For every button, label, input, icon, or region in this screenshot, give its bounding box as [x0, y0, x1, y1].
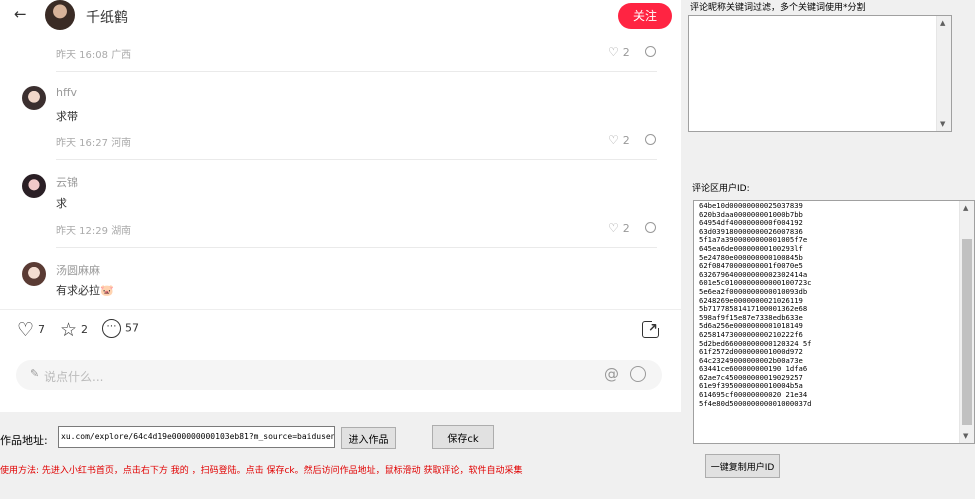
heart-icon: ♡ — [608, 221, 619, 235]
comment-like[interactable]: ♡ 2 — [608, 221, 630, 235]
collect-action[interactable]: ☆ 2 — [60, 319, 88, 341]
comment-like[interactable]: ♡ 2 — [608, 133, 630, 147]
follow-button[interactable]: 关注 — [618, 3, 672, 29]
comment-input[interactable]: ✎ 说点什么... @ — [16, 360, 662, 390]
scroll-down-icon[interactable]: ▼ — [963, 432, 968, 440]
url-input[interactable]: xu.com/explore/64c4d19e000000000103eb81?… — [58, 426, 335, 448]
url-label: 作品地址: — [0, 434, 48, 447]
scrollbar[interactable]: ▲ ▼ — [959, 201, 974, 443]
divider — [56, 71, 657, 72]
comment-text: 求 — [56, 197, 67, 210]
scroll-up-icon[interactable]: ▲ — [940, 19, 945, 27]
comment-time: 昨天 16:27 河南 — [56, 138, 132, 149]
note-webview: ← 千纸鹤 关注 昨天 16:08 广西 ♡ 2 hffv 求带 昨天 16:27… — [0, 0, 681, 412]
like-action[interactable]: ♡ 7 — [17, 319, 45, 341]
emoji-icon[interactable] — [630, 366, 646, 382]
reply-icon[interactable] — [645, 46, 656, 57]
commenter-name[interactable]: 汤圆麻麻 — [56, 262, 100, 278]
keyword-filter-label: 评论昵称关键词过滤，多个关键词使用*分割 — [690, 3, 866, 13]
comment-text: 有求必拉🐷 — [56, 284, 114, 297]
scroll-up-icon[interactable]: ▲ — [963, 204, 968, 212]
commenter-name[interactable]: 云锦 — [56, 174, 78, 190]
comment-time: 昨天 16:08 广西 — [56, 50, 132, 61]
reply-icon[interactable] — [645, 134, 656, 145]
commenter-avatar[interactable] — [22, 262, 46, 286]
commenter-avatar[interactable] — [22, 86, 46, 110]
comment-like[interactable]: ♡ 2 — [608, 45, 630, 59]
heart-icon: ♡ — [608, 133, 619, 147]
divider — [0, 309, 681, 310]
comment-placeholder: 说点什么... — [44, 370, 104, 384]
divider — [56, 247, 657, 248]
comment-time: 昨天 12:29 湖南 — [56, 226, 132, 237]
userid-line: 5f4e80d500000000001000037d — [699, 398, 812, 408]
mention-icon[interactable]: @ — [604, 365, 619, 383]
save-ck-button[interactable]: 保存ck — [432, 425, 494, 449]
heart-icon: ♡ — [17, 319, 35, 341]
usage-instructions: 使用方法: 先进入小红书首页，点击右下方 我的 ，扫码登陆。点击 保存ck。然后… — [0, 466, 523, 476]
comment-text: 求带 — [56, 110, 78, 123]
userid-label: 评论区用户ID: — [692, 184, 750, 194]
userid-textarea[interactable]: 64be10d00000000025037839 620b3daa0000000… — [693, 200, 975, 444]
divider — [56, 159, 657, 160]
pen-icon: ✎ — [30, 367, 40, 380]
userid-list: 64be10d00000000025037839 620b3daa0000000… — [699, 201, 812, 408]
keyword-filter-textarea[interactable]: ▲ ▼ — [688, 15, 952, 132]
scrollbar-thumb[interactable] — [962, 239, 972, 425]
star-icon: ☆ — [60, 319, 78, 341]
comment-action[interactable]: ⋯ 57 — [102, 319, 139, 338]
scroll-down-icon[interactable]: ▼ — [940, 120, 945, 128]
note-header: ← 千纸鹤 关注 — [0, 0, 681, 34]
back-arrow-icon[interactable]: ← — [14, 5, 27, 23]
copy-userid-button[interactable]: 一键复制用户ID — [705, 454, 780, 478]
heart-icon: ♡ — [608, 45, 619, 59]
reply-icon[interactable] — [645, 222, 656, 233]
enter-work-button[interactable]: 进入作品 — [341, 427, 396, 449]
scrollbar[interactable]: ▲ ▼ — [936, 16, 951, 131]
chat-bubble-icon: ⋯ — [102, 319, 121, 338]
commenter-name[interactable]: hffv — [56, 86, 77, 99]
author-avatar[interactable] — [45, 0, 75, 30]
author-name[interactable]: 千纸鹤 — [86, 7, 128, 27]
commenter-avatar[interactable] — [22, 174, 46, 198]
